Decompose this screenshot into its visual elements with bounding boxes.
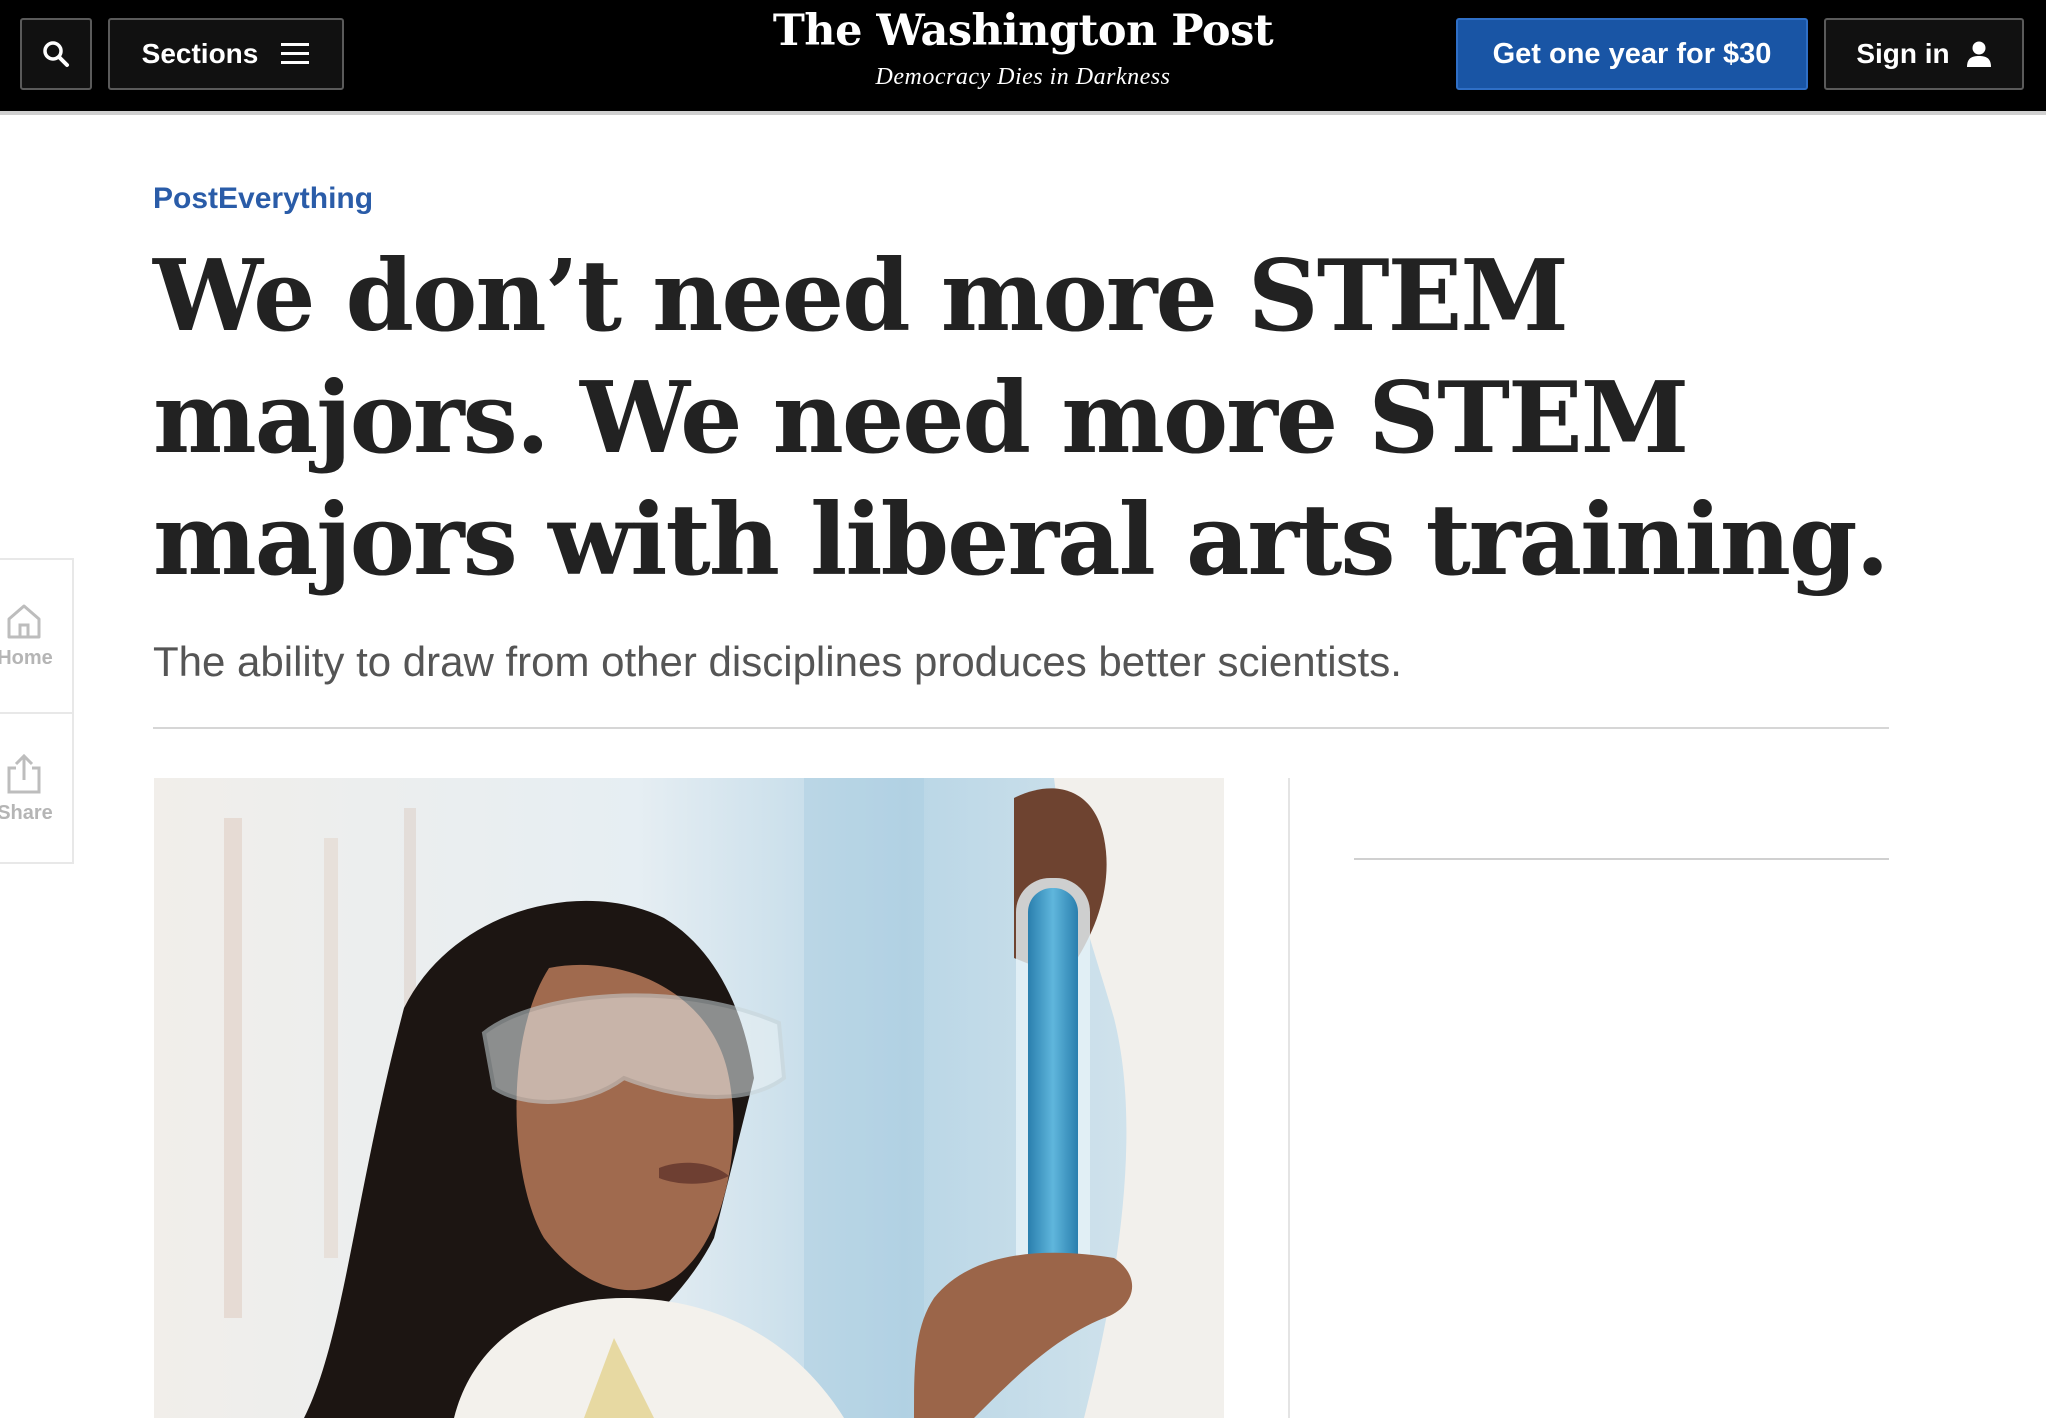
column-divider	[1288, 778, 1290, 1418]
top-nav-bar: Sections The Washington Post Democracy D…	[0, 0, 2046, 115]
hamburger-icon	[281, 43, 310, 64]
rail-share-button[interactable]: Share	[0, 712, 72, 862]
sidebar-divider	[1354, 858, 1889, 860]
header-divider	[153, 727, 1889, 729]
sign-in-label: Sign in	[1856, 38, 1950, 69]
left-rail: Home Share	[0, 558, 74, 864]
search-icon	[43, 41, 69, 67]
user-icon	[1966, 41, 1991, 67]
section-kicker-link[interactable]: PostEverything	[153, 182, 373, 216]
search-button[interactable]	[20, 18, 92, 90]
article-subheadline: The ability to draw from other disciplin…	[153, 638, 1402, 685]
home-icon	[7, 604, 41, 638]
site-tagline: Democracy Dies in Darkness	[875, 64, 1171, 90]
sections-menu-button[interactable]: Sections	[108, 18, 344, 90]
subscribe-button[interactable]: Get one year for $30	[1456, 18, 1808, 90]
sections-label: Sections	[141, 38, 259, 69]
article-headline: We don’t need more STEM majors. We need …	[153, 239, 1890, 598]
masthead[interactable]: The Washington Post Democracy Dies in Da…	[723, 2, 1323, 94]
rail-share-label: Share	[0, 801, 53, 824]
rail-home-label: Home	[0, 646, 53, 669]
site-logo[interactable]: The Washington Post	[723, 2, 1323, 60]
rail-home-button[interactable]: Home	[0, 560, 72, 710]
subscribe-label: Get one year for $30	[1492, 37, 1772, 70]
share-icon	[7, 753, 41, 793]
sign-in-button[interactable]: Sign in	[1824, 18, 2024, 90]
lead-image	[154, 778, 1224, 1418]
lead-photo-scientist	[154, 778, 1224, 1418]
